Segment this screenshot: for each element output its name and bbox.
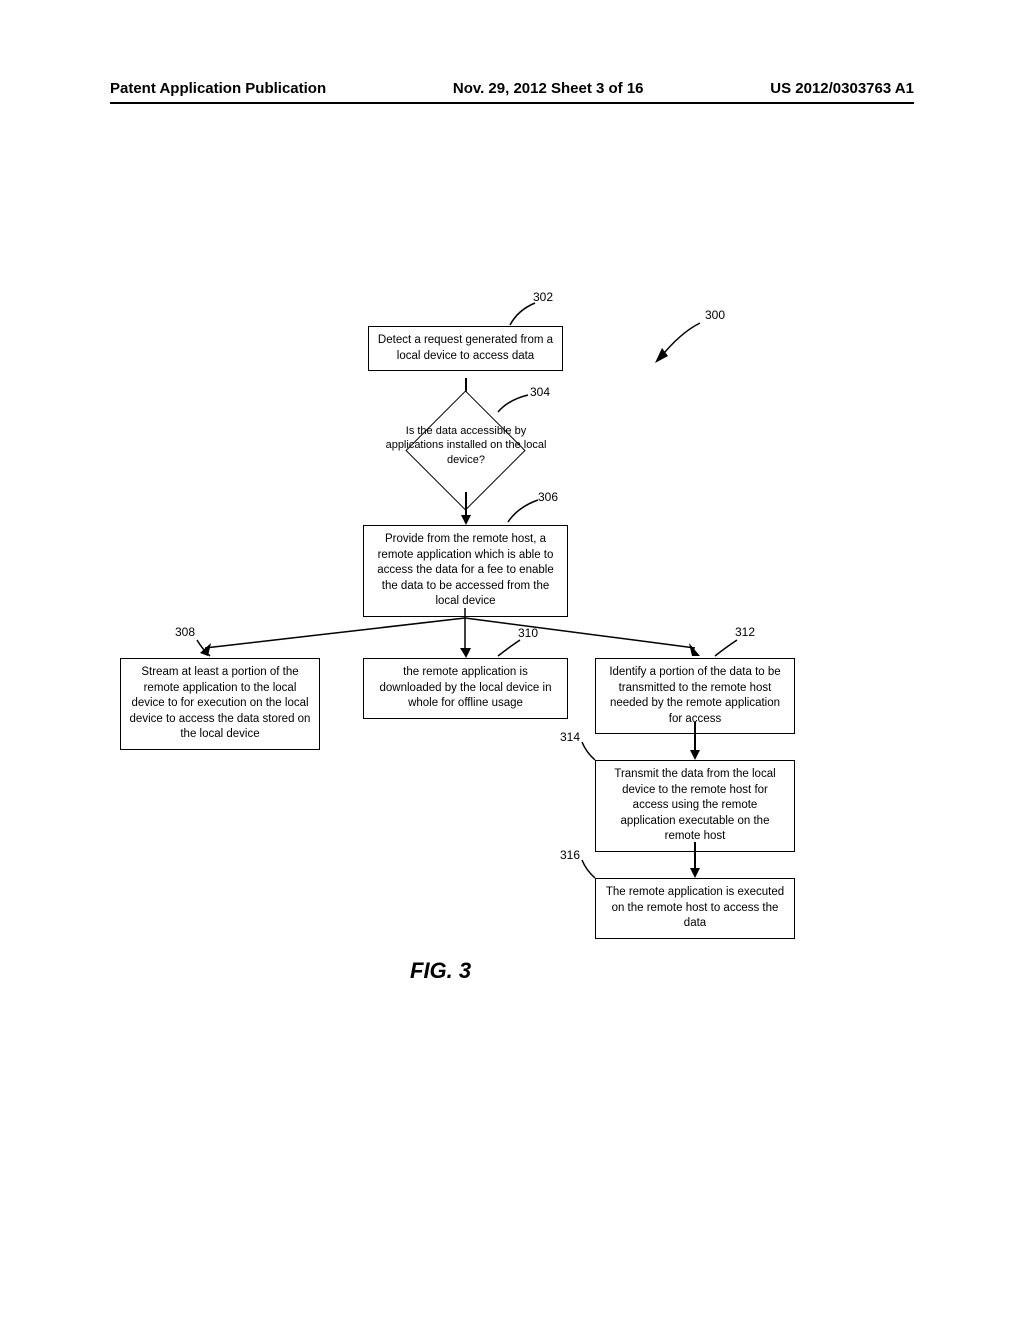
callout-304: [498, 392, 533, 414]
header-rule: [110, 102, 914, 104]
arrow-314-316: [694, 842, 696, 870]
diamond-304-text: Is the data accessible by applications i…: [381, 424, 551, 467]
ref-302: 302: [533, 290, 553, 304]
callout-310: [498, 638, 523, 658]
callout-308: [195, 638, 215, 658]
arrow-304-306: [465, 492, 467, 517]
header-center: Nov. 29, 2012 Sheet 3 of 16: [453, 80, 644, 97]
ref-308: 308: [175, 625, 195, 639]
page-header: Patent Application Publication Nov. 29, …: [0, 80, 1024, 97]
box-302: Detect a request generated from a local …: [368, 326, 563, 371]
header-left: Patent Application Publication: [110, 80, 326, 97]
callout-312: [715, 638, 740, 658]
box-306: Provide from the remote host, a remote a…: [363, 525, 568, 617]
arrowhead-304-306: [461, 515, 471, 525]
callout-300: [650, 318, 710, 368]
box-316: The remote application is executed on th…: [595, 878, 795, 939]
diamond-304: Is the data accessible by applications i…: [406, 410, 526, 490]
arrowhead-314-316: [690, 868, 700, 878]
ref-300: 300: [705, 308, 725, 322]
fanout-mid-arrow: [461, 648, 471, 658]
arrow-312-314: [694, 722, 696, 752]
header-right: US 2012/0303763 A1: [770, 80, 914, 97]
ref-304: 304: [530, 385, 550, 399]
arrowhead-312-314: [690, 750, 700, 760]
box-310: the remote application is downloaded by …: [363, 658, 568, 719]
ref-316: 316: [560, 848, 580, 862]
callout-316: [580, 858, 600, 880]
figure-label: FIG. 3: [410, 958, 471, 984]
ref-312: 312: [735, 625, 755, 639]
callout-302: [510, 300, 540, 328]
flowchart-diagram: 300 Detect a request generated from a lo…: [110, 290, 910, 1090]
ref-314: 314: [560, 730, 580, 744]
box-314: Transmit the data from the local device …: [595, 760, 795, 852]
box-308: Stream at least a portion of the remote …: [120, 658, 320, 750]
callout-314: [580, 740, 600, 762]
ref-306: 306: [538, 490, 558, 504]
